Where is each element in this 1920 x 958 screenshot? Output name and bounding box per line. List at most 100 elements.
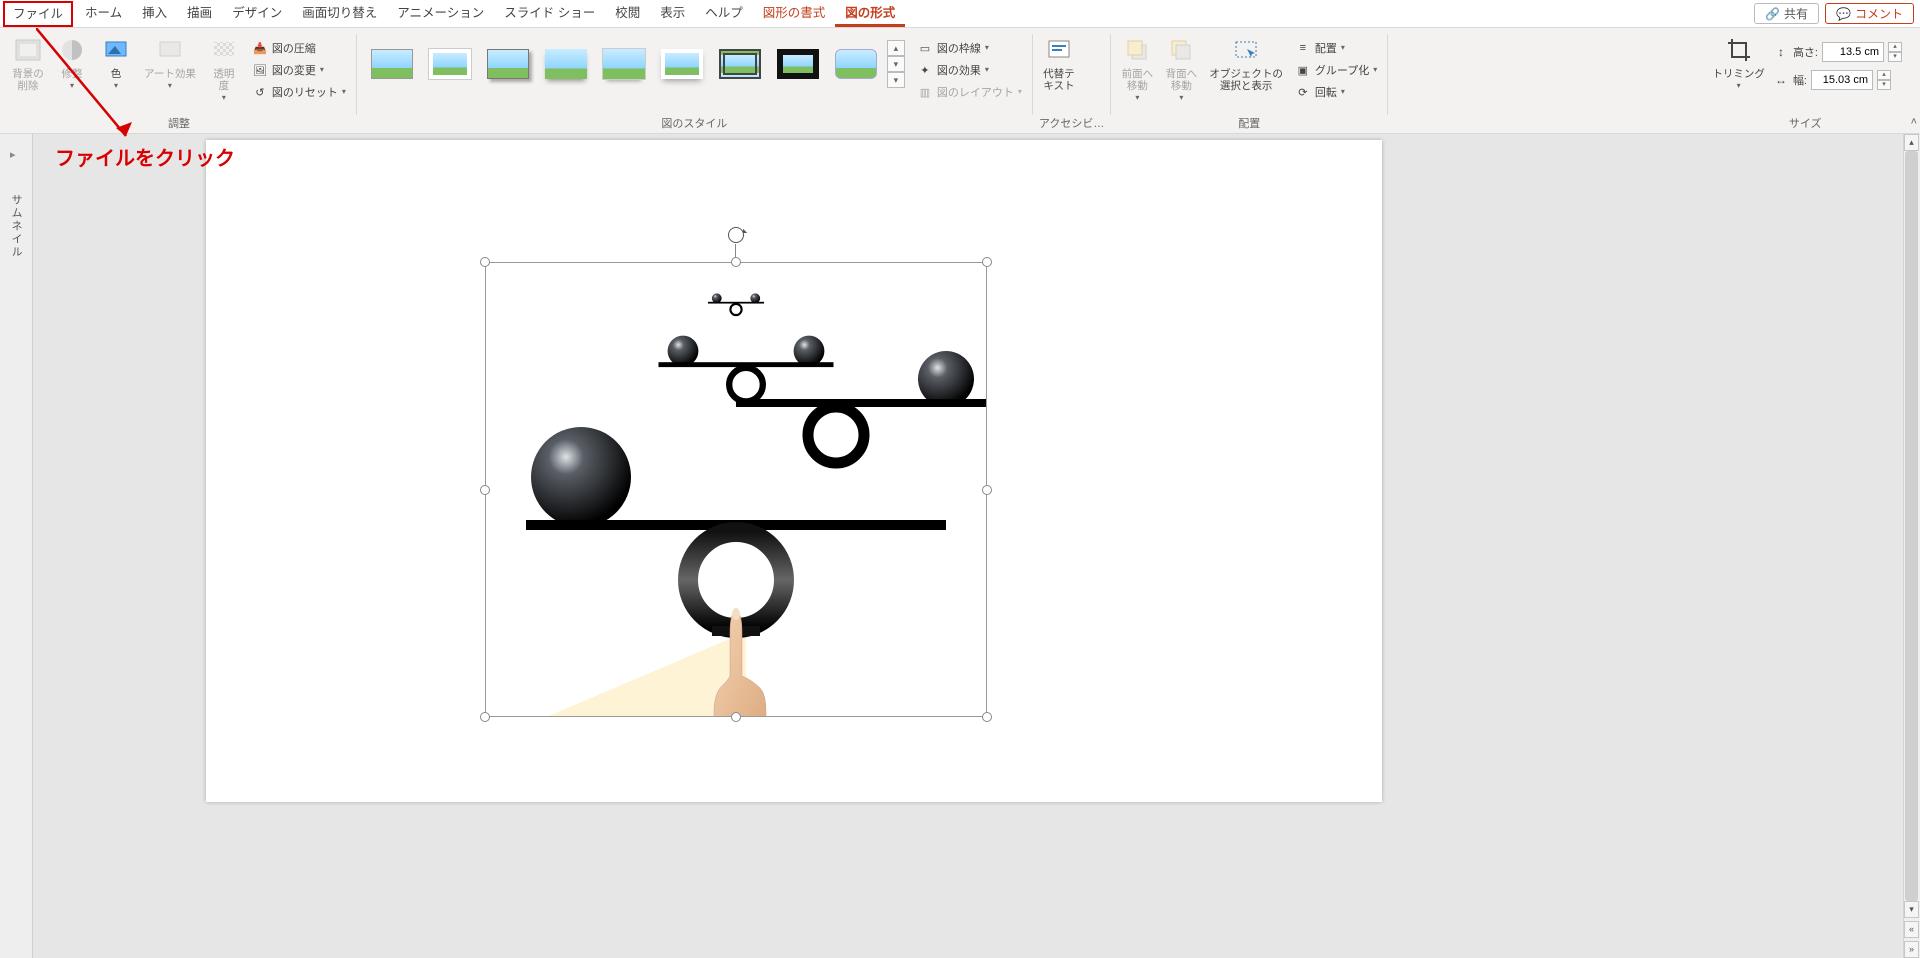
change-picture-button[interactable]: 🖼 図の変更 ▾: [248, 60, 350, 80]
height-spin-down[interactable]: ▾: [1888, 52, 1902, 62]
vertical-scrollbar[interactable]: ˄ ▴ ▾ « »: [1903, 134, 1920, 958]
height-icon: ↕: [1773, 44, 1789, 60]
chevron-down-icon: ▾: [1341, 44, 1345, 52]
picture-style-8[interactable]: [771, 40, 825, 88]
reset-picture-button[interactable]: ↺ 図のリセット ▾: [248, 82, 350, 102]
tab-animations[interactable]: アニメーション: [387, 0, 494, 27]
resize-handle-tl[interactable]: [480, 257, 490, 267]
width-input[interactable]: [1811, 70, 1873, 90]
artistic-effects-button[interactable]: アート効果 ▾: [140, 32, 200, 92]
compress-pictures-button[interactable]: 📥 図の圧縮: [248, 38, 350, 58]
comments-button[interactable]: 💬 コメント: [1825, 3, 1914, 24]
tab-design[interactable]: デザイン: [222, 0, 292, 27]
bring-forward-button[interactable]: 前面へ 移動 ▾: [1117, 32, 1157, 104]
send-backward-button[interactable]: 背面へ 移動 ▾: [1161, 32, 1201, 104]
picture-style-4[interactable]: [539, 40, 593, 88]
rotate-handle[interactable]: [728, 227, 744, 243]
tab-view[interactable]: 表示: [650, 0, 695, 27]
corrections-button[interactable]: 修整 ▾: [52, 32, 92, 92]
gallery-scroll-down[interactable]: ▾: [887, 56, 905, 72]
share-icon: 🔗: [1765, 7, 1780, 21]
artistic-effects-icon: [154, 34, 186, 66]
thumbnail-panel-collapsed[interactable]: ▸ サムネイル: [0, 134, 33, 958]
chevron-down-icon: ▾: [1373, 66, 1377, 74]
group-picture-styles: ▴ ▾ ▾ ▭ 図の枠線 ▾ ✦ 図の効果 ▾ ▥ 図のレイアウ: [357, 28, 1032, 133]
alt-text-button[interactable]: 代替テ キスト: [1039, 32, 1079, 94]
chevron-down-icon: ▾: [114, 82, 118, 90]
gallery-scroll-up[interactable]: ▴: [887, 40, 905, 56]
picture-style-7[interactable]: [713, 40, 767, 88]
width-spin-up[interactable]: ▴: [1877, 70, 1891, 80]
send-backward-icon: [1165, 34, 1197, 66]
picture-border-button[interactable]: ▭ 図の枠線 ▾: [913, 38, 1026, 58]
transparency-label: 透明 度: [213, 68, 234, 92]
scroll-up-button[interactable]: ▴: [1904, 134, 1919, 151]
resize-handle-mr[interactable]: [982, 485, 992, 495]
selected-picture[interactable]: [485, 262, 987, 717]
remove-background-button[interactable]: 背景の 削除: [8, 32, 48, 94]
width-icon: ↔: [1773, 72, 1789, 88]
picture-style-9[interactable]: [829, 40, 883, 88]
resize-handle-bl[interactable]: [480, 712, 490, 722]
resize-handle-br[interactable]: [982, 712, 992, 722]
tab-home[interactable]: ホーム: [75, 0, 132, 27]
tab-file[interactable]: ファイル: [3, 1, 73, 27]
selection-pane-button[interactable]: オブジェクトの 選択と表示: [1205, 32, 1287, 94]
next-slide-button[interactable]: »: [1904, 941, 1919, 958]
chevron-right-icon: ▸: [10, 148, 16, 161]
prev-slide-button[interactable]: «: [1904, 921, 1919, 938]
group-accessibility: 代替テ キスト アクセシビ…: [1033, 28, 1110, 133]
tab-insert[interactable]: 挿入: [132, 0, 177, 27]
picture-style-5[interactable]: [597, 40, 651, 88]
transparency-button[interactable]: 透明 度 ▾: [204, 32, 244, 104]
gallery-expand[interactable]: ▾: [887, 72, 905, 88]
tab-help[interactable]: ヘルプ: [695, 0, 753, 27]
picture-style-options: ▭ 図の枠線 ▾ ✦ 図の効果 ▾ ▥ 図のレイアウト ▾: [913, 38, 1026, 102]
tab-draw[interactable]: 描画: [177, 0, 222, 27]
picture-style-6[interactable]: [655, 40, 709, 88]
picture-layout-button[interactable]: ▥ 図のレイアウト ▾: [913, 82, 1026, 102]
align-label: 配置: [1315, 40, 1337, 56]
color-icon: [100, 34, 132, 66]
picture-style-3[interactable]: [481, 40, 535, 88]
height-input[interactable]: [1822, 42, 1884, 62]
group-objects-button[interactable]: ▣ グループ化 ▾: [1291, 60, 1381, 80]
artistic-effects-label: アート効果: [144, 68, 196, 80]
group-label-size: サイズ: [1708, 117, 1902, 133]
slide[interactable]: [206, 140, 1382, 802]
chevron-down-icon: ▾: [1018, 88, 1022, 96]
tab-shape-format[interactable]: 図形の書式: [753, 0, 836, 27]
scroll-thumb[interactable]: [1905, 151, 1918, 901]
picture-effects-icon: ✦: [917, 62, 933, 78]
picture-style-2[interactable]: [423, 40, 477, 88]
selection-pane-icon: [1230, 34, 1262, 66]
tab-transitions[interactable]: 画面切り替え: [292, 0, 387, 27]
chevron-down-icon: ▾: [1135, 94, 1139, 102]
picture-style-1[interactable]: [365, 40, 419, 88]
resize-handle-bm[interactable]: [731, 712, 741, 722]
crop-button[interactable]: トリミング ▾: [1708, 32, 1769, 92]
picture-effects-button[interactable]: ✦ 図の効果 ▾: [913, 60, 1026, 80]
tab-picture-format[interactable]: 図の形式: [835, 0, 905, 27]
resize-handle-tr[interactable]: [982, 257, 992, 267]
height-spin-up[interactable]: ▴: [1888, 42, 1902, 52]
rotate-button[interactable]: ⟳ 回転 ▾: [1291, 82, 1381, 102]
tab-slideshow[interactable]: スライド ショー: [494, 0, 605, 27]
resize-handle-ml[interactable]: [480, 485, 490, 495]
scroll-down-button[interactable]: ▾: [1904, 901, 1919, 918]
comment-icon: 💬: [1836, 7, 1851, 21]
reset-picture-label: 図のリセット: [272, 84, 338, 100]
color-label: 色: [111, 68, 122, 80]
tab-review[interactable]: 校閲: [605, 0, 650, 27]
corrections-label: 修整: [62, 68, 83, 80]
chevron-down-icon: ▾: [70, 82, 74, 90]
height-label: 高さ:: [1793, 44, 1818, 60]
align-button[interactable]: ≡ 配置 ▾: [1291, 38, 1381, 58]
reset-picture-icon: ↺: [252, 84, 268, 100]
color-button[interactable]: 色 ▾: [96, 32, 136, 92]
collapse-ribbon-button[interactable]: ˄: [1911, 116, 1917, 128]
width-spin-down[interactable]: ▾: [1877, 80, 1891, 90]
share-button[interactable]: 🔗 共有: [1754, 3, 1819, 24]
ribbon: 背景の 削除 修整 ▾ 色 ▾ アート効果 ▾: [0, 28, 1920, 134]
resize-handle-tm[interactable]: [731, 257, 741, 267]
